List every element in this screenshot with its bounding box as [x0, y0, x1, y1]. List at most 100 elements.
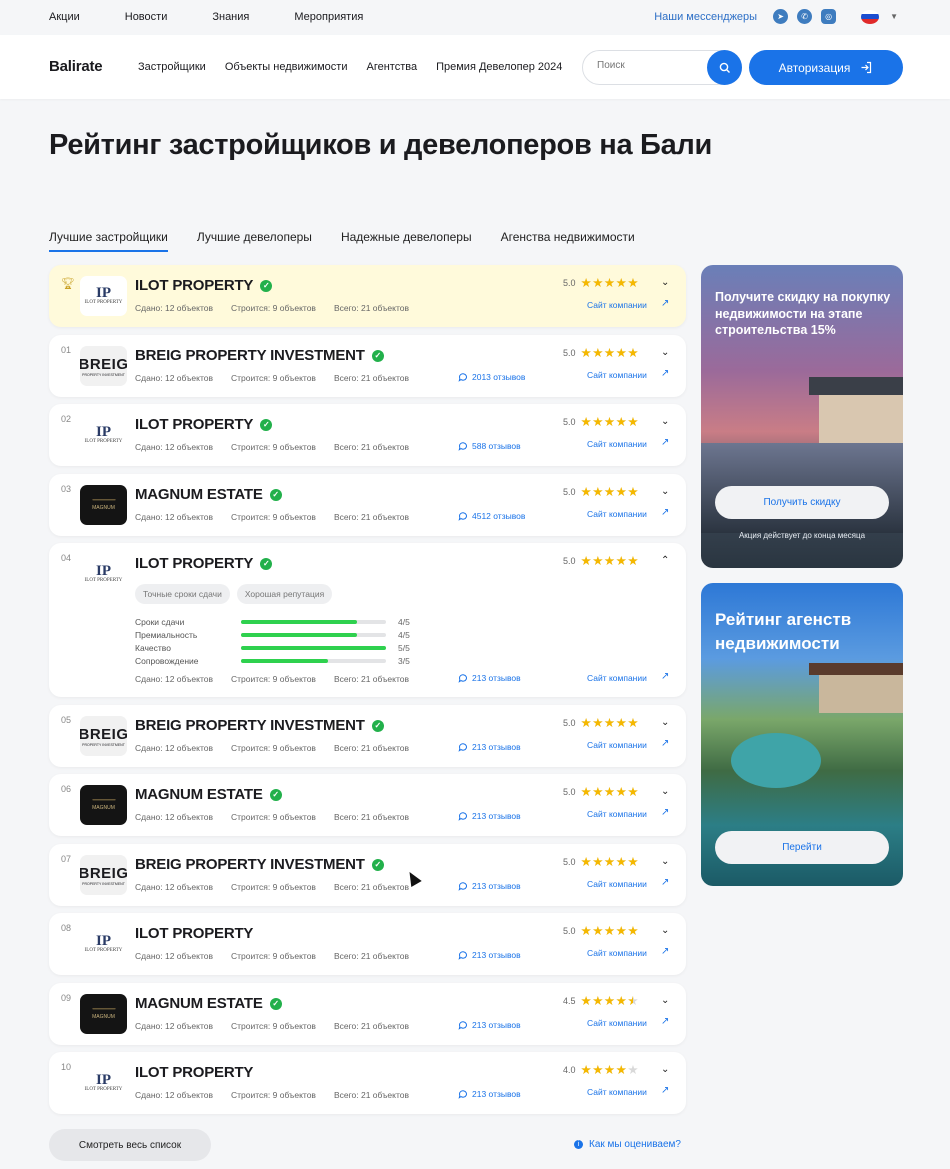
- russia-flag-icon[interactable]: [861, 9, 880, 24]
- external-arrow-icon[interactable]: ↗: [661, 298, 669, 309]
- company-site-link[interactable]: Сайт компании: [587, 439, 647, 449]
- company-site-link[interactable]: Сайт компании: [587, 673, 647, 683]
- get-discount-button[interactable]: Получить скидку: [715, 486, 889, 519]
- external-arrow-icon[interactable]: ↗: [661, 738, 669, 749]
- company-card[interactable]: 01 BREIG PROPERTY INVESTMENT BREIG PROPERTY…: [49, 335, 686, 397]
- search-input[interactable]: [597, 60, 697, 71]
- company-name[interactable]: MAGNUM ESTATE ✓: [135, 995, 282, 1012]
- expand-chevron-icon[interactable]: ⌄: [661, 786, 669, 797]
- external-arrow-icon[interactable]: ↗: [661, 368, 669, 379]
- telegram-icon[interactable]: ➤: [773, 9, 789, 24]
- company-site-link[interactable]: Сайт компании: [587, 509, 647, 519]
- company-name[interactable]: ILOT PROPERTY ✓: [135, 277, 273, 294]
- company-card[interactable]: 🏆︎ IP ILOT PROPERTY ILOT PROPERTY ✓ Сдано: 12…: [49, 265, 686, 327]
- tab-best-developers[interactable]: Лучшие девелоперы: [197, 230, 312, 252]
- reviews-link[interactable]: 588 отзывов: [458, 441, 521, 451]
- expand-chevron-icon[interactable]: ⌄: [661, 416, 669, 427]
- nav-agencies[interactable]: Агентства: [367, 61, 418, 73]
- company-logo[interactable]: IP ILOT PROPERTY: [80, 924, 127, 964]
- tab-reliable-developers[interactable]: Надежные девелоперы: [341, 230, 472, 252]
- reviews-link[interactable]: 213 отзывов: [458, 1089, 521, 1099]
- external-arrow-icon[interactable]: ↗: [661, 946, 669, 957]
- company-logo[interactable]: MAGNUM: [80, 994, 127, 1034]
- reviews-link[interactable]: 213 отзывов: [458, 881, 521, 891]
- company-card[interactable]: 04 IP ILOT PROPERTY ILOT PROPERTY ✓ Точные ср…: [49, 543, 686, 697]
- company-name[interactable]: ILOT PROPERTY: [135, 1064, 253, 1081]
- company-logo[interactable]: IP ILOT PROPERTY: [80, 276, 127, 316]
- expand-chevron-icon[interactable]: ⌄: [661, 717, 669, 728]
- reviews-link[interactable]: 213 отзывов: [458, 811, 521, 821]
- company-site-link[interactable]: Сайт компании: [587, 1087, 647, 1097]
- instagram-icon[interactable]: ◎: [821, 9, 837, 24]
- company-site-link[interactable]: Сайт компании: [587, 809, 647, 819]
- company-card[interactable]: 09 MAGNUM MAGNUM ESTATE ✓ Сдано: 12 объектов…: [49, 983, 686, 1045]
- external-arrow-icon[interactable]: ↗: [661, 1016, 669, 1027]
- company-site-link[interactable]: Сайт компании: [587, 948, 647, 958]
- company-name[interactable]: BREIG PROPERTY INVESTMENT ✓: [135, 856, 384, 873]
- tab-best-builders[interactable]: Лучшие застройщики: [49, 230, 168, 252]
- company-logo[interactable]: IP ILOT PROPERTY: [80, 554, 127, 594]
- external-arrow-icon[interactable]: ↗: [661, 437, 669, 448]
- company-logo[interactable]: BREIG PROPERTY INVESTMENT: [80, 716, 127, 756]
- reviews-link[interactable]: 213 отзывов: [458, 1020, 521, 1030]
- company-site-link[interactable]: Сайт компании: [587, 740, 647, 750]
- company-card[interactable]: 02 IP ILOT PROPERTY ILOT PROPERTY ✓ Сдано: 12…: [49, 404, 686, 466]
- company-card[interactable]: 10 IP ILOT PROPERTY ILOT PROPERTY Сдано: 12 …: [49, 1052, 686, 1114]
- top-link-knowledge[interactable]: Знания: [212, 11, 249, 23]
- company-card[interactable]: 05 BREIG PROPERTY INVESTMENT BREIG PROPERTY…: [49, 705, 686, 767]
- expand-chevron-icon[interactable]: ⌄: [661, 995, 669, 1006]
- nav-award[interactable]: Премия Девелопер 2024: [436, 61, 562, 73]
- external-arrow-icon[interactable]: ↗: [661, 807, 669, 818]
- expand-chevron-icon[interactable]: ⌄: [661, 925, 669, 936]
- company-name[interactable]: BREIG PROPERTY INVESTMENT ✓: [135, 717, 384, 734]
- company-card[interactable]: 06 MAGNUM MAGNUM ESTATE ✓ Сдано: 12 объектов…: [49, 774, 686, 836]
- external-arrow-icon[interactable]: ↗: [661, 1085, 669, 1096]
- site-logo[interactable]: Balirate: [49, 58, 103, 75]
- nav-properties[interactable]: Объекты недвижимости: [225, 61, 348, 73]
- company-name[interactable]: MAGNUM ESTATE ✓: [135, 486, 282, 503]
- reviews-link[interactable]: 4512 отзывов: [458, 511, 525, 521]
- company-site-link[interactable]: Сайт компании: [587, 879, 647, 889]
- top-link-events[interactable]: Мероприятия: [294, 11, 363, 23]
- company-logo[interactable]: BREIG PROPERTY INVESTMENT: [80, 855, 127, 895]
- company-name[interactable]: ILOT PROPERTY: [135, 925, 253, 942]
- company-logo[interactable]: IP ILOT PROPERTY: [80, 415, 127, 455]
- whatsapp-icon[interactable]: ✆: [797, 9, 813, 24]
- view-all-button[interactable]: Смотреть весь список: [49, 1129, 211, 1161]
- top-link-news[interactable]: Новости: [125, 11, 168, 23]
- company-name[interactable]: ILOT PROPERTY ✓: [135, 555, 273, 572]
- search-button[interactable]: [707, 50, 742, 85]
- company-site-link[interactable]: Сайт компании: [587, 1018, 647, 1028]
- external-arrow-icon[interactable]: ↗: [661, 877, 669, 888]
- login-button[interactable]: Авторизация: [749, 50, 903, 85]
- reviews-link[interactable]: 213 отзывов: [458, 673, 521, 683]
- company-site-link[interactable]: Сайт компании: [587, 370, 647, 380]
- top-link-promotions[interactable]: Акции: [49, 11, 80, 23]
- company-card[interactable]: 03 MAGNUM MAGNUM ESTATE ✓ Сдано: 12 объектов…: [49, 474, 686, 536]
- reviews-link[interactable]: 213 отзывов: [458, 950, 521, 960]
- go-button[interactable]: Перейти: [715, 831, 889, 864]
- expand-chevron-icon[interactable]: ⌄: [661, 347, 669, 358]
- how-we-rate-link[interactable]: i Как мы оцениваем?: [574, 1139, 681, 1150]
- company-name[interactable]: ILOT PROPERTY ✓: [135, 416, 273, 433]
- company-card[interactable]: 07 BREIG PROPERTY INVESTMENT BREIG PROPERTY…: [49, 844, 686, 906]
- reviews-link[interactable]: 2013 отзывов: [458, 372, 525, 382]
- company-card[interactable]: 08 IP ILOT PROPERTY ILOT PROPERTY Сдано: 12 …: [49, 913, 686, 975]
- messengers-label[interactable]: Наши мессенджеры: [654, 11, 757, 23]
- reviews-link[interactable]: 213 отзывов: [458, 742, 521, 752]
- company-logo[interactable]: MAGNUM: [80, 485, 127, 525]
- expand-chevron-icon[interactable]: ⌄: [661, 1064, 669, 1075]
- company-logo[interactable]: BREIG PROPERTY INVESTMENT: [80, 346, 127, 386]
- company-logo[interactable]: MAGNUM: [80, 785, 127, 825]
- company-name[interactable]: MAGNUM ESTATE ✓: [135, 786, 282, 803]
- company-site-link[interactable]: Сайт компании: [587, 300, 647, 310]
- chevron-down-icon[interactable]: ▼: [890, 12, 898, 21]
- expand-chevron-icon[interactable]: ⌃: [661, 555, 669, 566]
- nav-developers[interactable]: Застройщики: [138, 61, 206, 73]
- external-arrow-icon[interactable]: ↗: [661, 507, 669, 518]
- expand-chevron-icon[interactable]: ⌄: [661, 856, 669, 867]
- expand-chevron-icon[interactable]: ⌄: [661, 486, 669, 497]
- company-logo[interactable]: IP ILOT PROPERTY: [80, 1063, 127, 1103]
- external-arrow-icon[interactable]: ↗: [661, 671, 669, 682]
- tab-agencies[interactable]: Агенства недвижимости: [501, 230, 635, 252]
